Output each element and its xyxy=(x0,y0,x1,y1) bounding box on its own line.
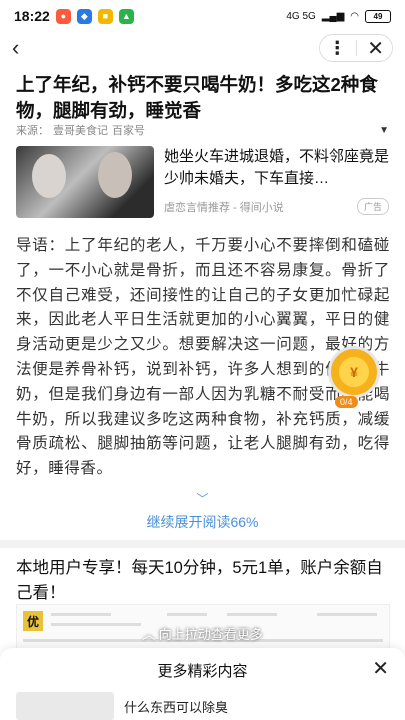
list-item-title: 什么东西可以除臭 xyxy=(124,699,229,715)
nav-actions-capsule: ⋮ ✕ xyxy=(319,34,393,62)
coin-reward-widget[interactable]: ¥ xyxy=(328,346,380,398)
ad2-title[interactable]: 本地用户专享！每天10分钟，5元1单，账户余额自己看！ xyxy=(16,556,390,606)
back-icon[interactable]: ‹ xyxy=(12,35,36,61)
ad2-image-line xyxy=(51,613,111,616)
close-icon[interactable]: ✕ xyxy=(367,36,384,61)
notification-app-icon-2: ◆ xyxy=(76,8,92,24)
source-name[interactable]: 壹哥美食记 xyxy=(53,122,108,138)
list-item-thumbnail xyxy=(16,692,114,720)
source-row: 来源： 壹哥美食记 百家号 ▼ xyxy=(16,122,389,138)
network-indicator: 4G 5G xyxy=(286,10,316,22)
battery-icon: 49 xyxy=(365,9,391,23)
notification-app-icon: ● xyxy=(55,8,71,24)
ad-meta-row: 虐恋言情推荐 - 得间小说 广告 xyxy=(164,198,389,215)
article-title: 上了年纪，补钙不要只喝牛奶！多吃这2种食物，腿脚有劲，睡觉香 xyxy=(16,74,378,121)
ad-image-figure-2 xyxy=(98,152,132,198)
sheet-title: 更多精彩内容 xyxy=(157,663,248,680)
more-content-sheet: 更多精彩内容 ✕ 什么东西可以除臭 xyxy=(0,648,405,720)
source-platform: 百家号 xyxy=(112,125,145,137)
ad2-image-line xyxy=(167,613,207,616)
more-icon[interactable]: ⋮ xyxy=(328,38,346,59)
signal-icon: ▂▄▆ xyxy=(321,10,345,22)
notification-app-icon-3: ■ xyxy=(97,8,113,24)
ad2-image-line xyxy=(227,613,277,616)
ad-text: 她坐火车进城退婚，不料邻座竟是少帅未婚夫，下车直接… 虐恋言情推荐 - 得间小说… xyxy=(164,146,389,218)
status-bar: 18:22 ● ◆ ■ ▲ 4G 5G ▂▄▆ ◠ 49 xyxy=(0,0,405,32)
coin-icon: ¥ xyxy=(339,357,369,387)
notification-app-icon-4: ▲ xyxy=(118,8,134,24)
chevron-down-icon[interactable]: ▼ xyxy=(379,125,389,136)
source-label: 来源： xyxy=(16,125,49,137)
ad-meta: 虐恋言情推荐 - 得间小说 xyxy=(164,201,284,214)
close-icon[interactable]: ✕ xyxy=(372,656,389,681)
status-time: 18:22 xyxy=(14,8,50,24)
ad-card[interactable]: 她坐火车进城退婚，不料邻座竟是少帅未婚夫，下车直接… 虐恋言情推荐 - 得间小说… xyxy=(16,146,389,218)
expand-reading-button[interactable]: 继续展开阅读66% xyxy=(0,512,405,532)
ad-image-figure-1 xyxy=(32,154,66,198)
coin-progress: 0/4 xyxy=(335,396,358,408)
swipe-up-hint: ︿ 向上拉动查看更多 xyxy=(142,627,263,642)
ad-headline[interactable]: 她坐火车进城退婚，不料邻座竟是少帅未婚夫，下车直接… xyxy=(164,146,389,190)
section-divider xyxy=(0,540,405,548)
nav-bar: ‹ ⋮ ✕ xyxy=(0,32,405,64)
chevron-down-icon[interactable]: ﹀ xyxy=(0,490,405,507)
ad-badge: 广告 xyxy=(356,198,389,215)
wifi-icon: ◠ xyxy=(350,10,359,22)
ad2-image-line xyxy=(317,613,377,616)
status-notification-icons: ● ◆ ■ ▲ xyxy=(55,8,134,24)
list-item[interactable]: 什么东西可以除臭 xyxy=(16,692,389,720)
ad-image[interactable] xyxy=(16,146,154,218)
nav-divider xyxy=(356,40,358,56)
status-right: 4G 5G ▂▄▆ ◠ 49 xyxy=(286,9,391,23)
